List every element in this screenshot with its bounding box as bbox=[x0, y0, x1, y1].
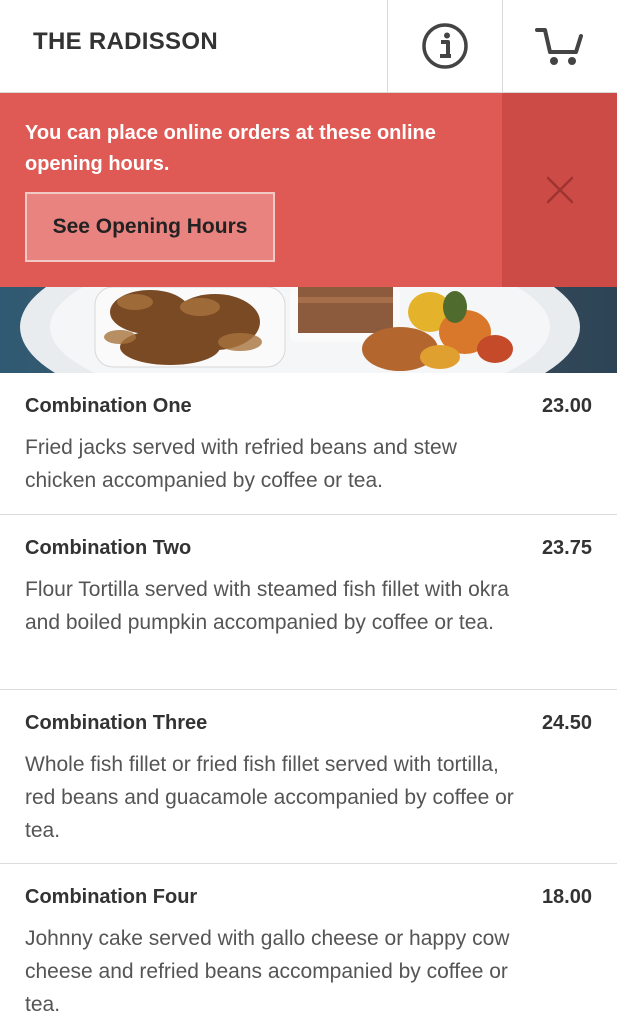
banner-close-button[interactable] bbox=[502, 93, 617, 287]
menu-item-description: Whole fish fillet or fried fish fillet s… bbox=[25, 753, 514, 842]
menu-item-name: Combination Three bbox=[25, 712, 208, 734]
menu-list: Combination One 23.00 Fried jacks served… bbox=[0, 373, 617, 1034]
menu-item-price: 24.50 bbox=[541, 712, 592, 734]
info-icon bbox=[422, 23, 468, 69]
menu-item-price: 23.00 bbox=[541, 395, 592, 417]
menu-item-description: Fried jacks served with refried beans an… bbox=[25, 436, 457, 492]
menu-item[interactable]: Combination Two 23.75 Flour Tortilla ser… bbox=[0, 515, 617, 690]
menu-item-name: Combination Four bbox=[25, 886, 198, 908]
see-opening-hours-button[interactable]: See Opening Hours bbox=[25, 192, 275, 262]
food-plate-image bbox=[0, 287, 617, 373]
app-header: THE RADISSON bbox=[0, 0, 617, 93]
menu-item-price: 18.00 bbox=[541, 886, 592, 908]
menu-item-price: 23.75 bbox=[541, 537, 592, 559]
menu-item-name: Combination Two bbox=[25, 537, 192, 559]
menu-item[interactable]: Combination Three 24.50 Whole fish fille… bbox=[0, 690, 617, 864]
menu-item-name: Combination One bbox=[25, 395, 192, 417]
menu-item[interactable]: Combination One 23.00 Fried jacks served… bbox=[0, 373, 617, 515]
menu-item-description: Flour Tortilla served with steamed fish … bbox=[25, 578, 509, 634]
close-icon bbox=[546, 176, 573, 204]
restaurant-title: THE RADISSON bbox=[33, 28, 218, 55]
menu-item[interactable]: Combination Four 18.00 Johnny cake serve… bbox=[0, 864, 617, 1034]
info-button[interactable] bbox=[387, 0, 502, 92]
menu-item-description: Johnny cake served with gallo cheese or … bbox=[25, 927, 510, 1016]
shopping-cart-icon bbox=[535, 28, 583, 65]
banner-message: You can place online orders at these onl… bbox=[25, 122, 436, 175]
opening-hours-banner: You can place online orders at these onl… bbox=[0, 93, 617, 287]
cart-button[interactable] bbox=[502, 0, 617, 92]
hero-food-image bbox=[0, 287, 617, 373]
